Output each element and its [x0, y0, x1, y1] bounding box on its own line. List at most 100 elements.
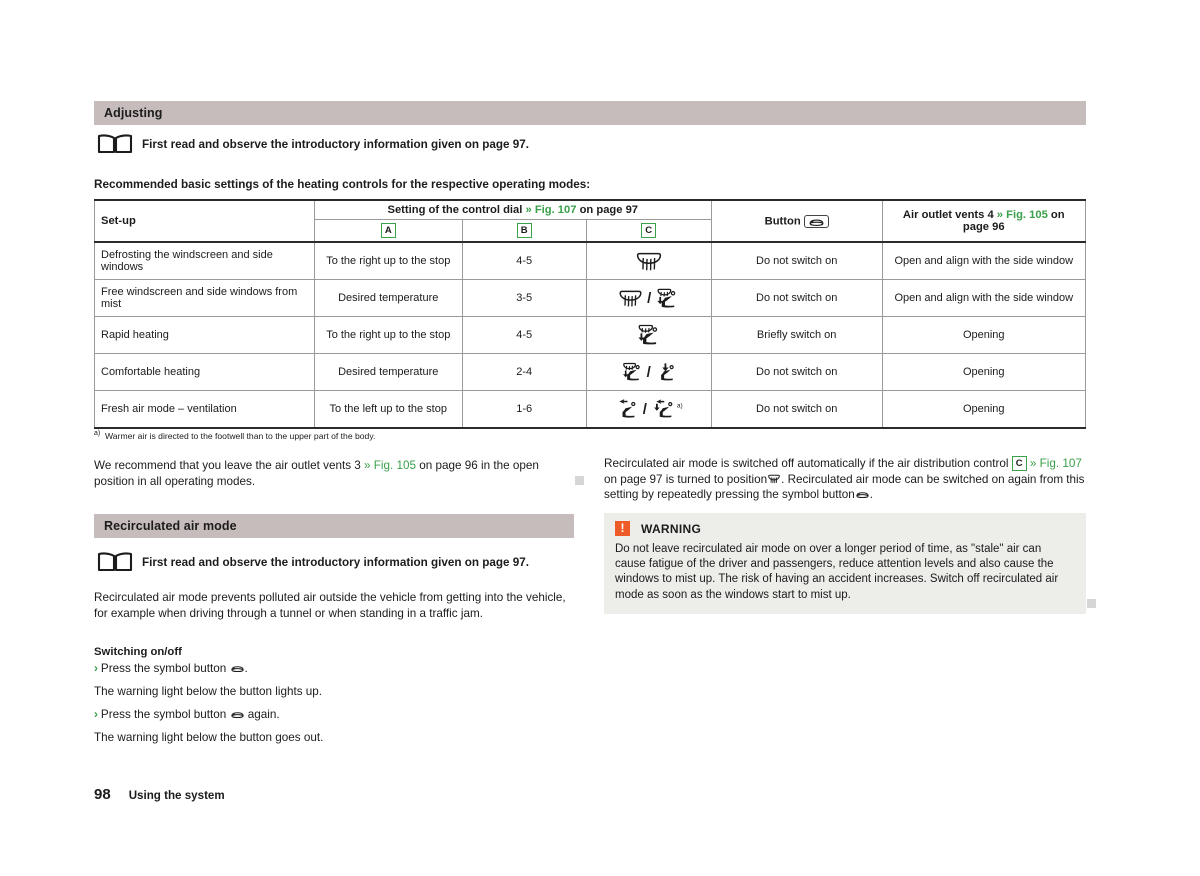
cell-vents: Open and align with the side window [881, 241, 1086, 280]
section-title-recirculated: Recirculated air mode [104, 519, 237, 533]
paragraph-recirculation-auto-off: Recirculated air mode is switched off au… [604, 456, 1086, 503]
th-control-dial-text: Setting of the control dial [387, 204, 523, 216]
step-text-1-post: . [244, 662, 248, 675]
cell-setup: Rapid heating [94, 316, 315, 354]
windscreen-footwell-icon [620, 362, 644, 382]
letter-badge-b: B [516, 223, 532, 238]
warning-icon: ! [615, 521, 630, 536]
table-row: Defrosting the windscreen and side windo… [94, 241, 1086, 280]
cell-button: Do not switch on [710, 279, 883, 317]
bullet-arrow-icon: › [94, 662, 98, 675]
section-title-adjusting: Adjusting [104, 106, 163, 120]
paragraph-air-outlet-recommendation: We recommend that you leave the air outl… [94, 458, 574, 489]
th-col-b: B [461, 219, 587, 243]
recirculation-icon-inline [230, 664, 245, 673]
recirc-text-4: . [869, 488, 874, 501]
cell-vents: Opening [881, 390, 1086, 429]
windscreen-footwell-icon [635, 324, 662, 346]
margin-marker [575, 476, 584, 485]
cell-dial-c: / a) [585, 390, 712, 429]
cell-dial-a: To the right up to the stop [313, 241, 463, 280]
table-footnote: a) Warmer air is directed to the footwel… [94, 430, 375, 441]
book-icon [96, 132, 134, 156]
table-row: Comfortable heating Desired temperature … [94, 353, 1086, 391]
warning-box: ! WARNING Do not leave recirculated air … [604, 513, 1086, 614]
cell-dial-a: Desired temperature [313, 279, 463, 317]
fig-105-ref-inline[interactable]: » Fig. 105 [364, 459, 416, 472]
paragraph-recirculated-description: Recirculated air mode prevents polluted … [94, 591, 566, 620]
recirculation-icon-inline [230, 710, 245, 719]
heating-settings-table: Set-up Setting of the control dial » Fig… [94, 199, 1086, 429]
step-text-2-post: again. [247, 708, 280, 721]
cell-setup: Defrosting the windscreen and side windo… [94, 241, 315, 280]
step-text-1: Press the symbol button [100, 662, 227, 675]
upper-body-icon [615, 399, 640, 419]
bullet-arrow-icon: › [94, 708, 98, 721]
step-press-symbol-button-2: › Press the symbol button again. [94, 708, 280, 721]
letter-badge-c-inline: C [1011, 456, 1027, 472]
table-intro-line: Recommended basic settings of the heatin… [94, 178, 591, 191]
windscreen-defrost-icon-inline [767, 474, 781, 484]
cell-dial-a: Desired temperature [313, 353, 463, 391]
th-vents-text: Air outlet vents 4 [902, 209, 994, 221]
intro-note-recirculated: First read and observe the introductory … [96, 550, 529, 574]
subheading-switching-on-off: Switching on/off [94, 646, 182, 658]
intro-note-text: First read and observe the introductory … [142, 137, 530, 151]
warning-header: ! WARNING [615, 521, 1075, 536]
letter-badge-a: A [380, 223, 396, 238]
th-col-c: C [585, 219, 712, 243]
result-warning-light-on: The warning light below the button light… [94, 685, 323, 698]
cell-button: Do not switch on [710, 241, 883, 280]
th-air-outlet-vents: Air outlet vents 4 » Fig. 105 on page 96 [881, 199, 1086, 243]
footwell-icon [654, 362, 678, 382]
cell-dial-a: To the left up to the stop [313, 390, 463, 429]
th-button: Button [710, 199, 883, 243]
page-footer: 98 Using the system [94, 786, 225, 803]
cell-dial-b: 3-5 [461, 279, 587, 317]
cell-dial-b: 2-4 [461, 353, 587, 391]
cell-vents: Opening [881, 353, 1086, 391]
footnote-marker: a) [676, 402, 683, 410]
letter-badge-c: C [641, 223, 657, 238]
step-text-2: Press the symbol button [100, 708, 227, 721]
th-control-dial: Setting of the control dial » Fig. 107 o… [313, 199, 712, 220]
recirculation-icon-inline [855, 490, 870, 499]
table-row: Free windscreen and side windows from mi… [94, 279, 1086, 317]
recirculation-icon [803, 214, 829, 228]
cell-vents: Open and align with the side window [881, 279, 1086, 317]
recirc-text-1: Recirculated air mode is switched off au… [604, 457, 1009, 470]
cell-button: Briefly switch on [710, 316, 883, 354]
step-press-symbol-button-1: › Press the symbol button . [94, 662, 248, 675]
margin-marker [1087, 599, 1096, 608]
th-setup: Set-up [94, 199, 315, 243]
cell-setup: Fresh air mode – ventilation [94, 390, 315, 429]
cell-dial-c [585, 316, 712, 354]
page-number: 98 [94, 786, 111, 803]
recirc-text-2: on page 97 is turned to position [604, 472, 768, 486]
book-icon [96, 550, 134, 574]
windscreen-defrost-icon [617, 289, 644, 308]
cell-dial-c: / [585, 353, 712, 391]
cell-setup: Free windscreen and side windows from mi… [94, 279, 315, 317]
cell-dial-b: 4-5 [461, 241, 587, 280]
cell-vents: Opening [881, 316, 1086, 354]
symbol-separator: / [647, 289, 652, 307]
fig-107-ref-inline[interactable]: » Fig. 107 [1030, 457, 1082, 470]
intro-note-adjusting: First read and observe the introductory … [96, 132, 529, 156]
chapter-name: Using the system [128, 789, 225, 802]
section-header-recirculated-air-mode: Recirculated air mode [94, 514, 574, 538]
footnote-marker-label: a) [94, 430, 101, 437]
windscreen-defrost-icon [634, 251, 664, 272]
footnote-text: Warmer air is directed to the footwell t… [105, 430, 376, 441]
cell-dial-b: 4-5 [461, 316, 587, 354]
fig-105-ref[interactable]: » Fig. 105 [997, 209, 1048, 221]
table-row: Rapid heating To the right up to the sto… [94, 316, 1086, 354]
cell-setup: Comfortable heating [94, 353, 315, 391]
warning-title: WARNING [641, 521, 702, 536]
cell-dial-a: To the right up to the stop [313, 316, 463, 354]
fig-107-ref[interactable]: » Fig. 107 [525, 204, 576, 216]
intro-note-text: First read and observe the introductory … [142, 555, 530, 569]
th-col-a: A [313, 219, 463, 243]
symbol-separator: / [642, 400, 647, 418]
cell-dial-c: / [585, 279, 712, 317]
